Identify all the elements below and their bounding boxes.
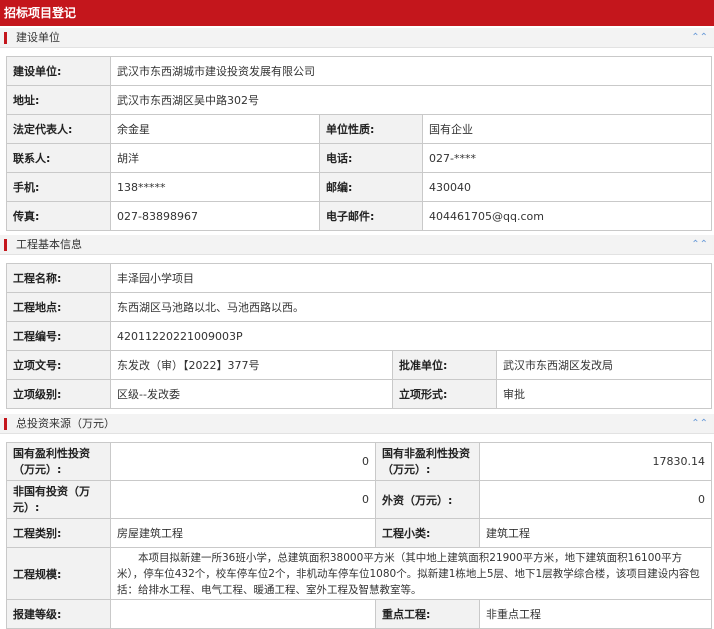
table-row: 国有盈利性投资（万元）: 0 国有非盈利性投资（万元）: 17830.14 xyxy=(6,442,712,481)
double-chevron-up-icon[interactable]: ⌃⌃ xyxy=(691,414,708,434)
table-row: 联系人: 胡洋 电话: 027-**** xyxy=(6,143,713,173)
table-row: 立项级别: 区级--发改委 立项形式: 审批 xyxy=(6,379,712,409)
location-label: 工程地点: xyxy=(6,292,111,322)
scale-value: 本项目拟新建一所36班小学，总建筑面积38000平方米（其中地上建筑面积2190… xyxy=(110,547,712,600)
project-level-label: 立项级别: xyxy=(6,379,111,409)
legal-rep-label: 法定代表人: xyxy=(6,114,111,144)
section-accent-bar xyxy=(4,418,7,430)
table-row: 工程名称: 丰泽园小学项目 xyxy=(6,263,712,293)
table-row: 传真: 027-83898967 电子邮件: 404461705@qq.com xyxy=(6,201,713,231)
table-row: 工程规模: 本项目拟新建一所36班小学，总建筑面积38000平方米（其中地上建筑… xyxy=(6,547,712,600)
approval-unit-label: 批准单位: xyxy=(392,350,497,380)
table-row: 工程编号: 42011220221009003P xyxy=(6,321,712,351)
address-value: 武汉市东西湖区吴中路302号 xyxy=(109,85,713,115)
state-nonprofit-label: 国有非盈利性投资（万元）: xyxy=(375,442,480,481)
section-accent-bar xyxy=(4,32,7,44)
foreign-label: 外资（万元）: xyxy=(375,480,480,519)
approval-doc-label: 立项文号: xyxy=(6,350,111,380)
email-value[interactable]: 404461705@qq.com xyxy=(421,201,713,231)
approval-doc-value: 东发改（审）【2022】377号 xyxy=(110,350,393,380)
phone-label: 电话: xyxy=(319,143,423,173)
subcategory-label: 工程小类: xyxy=(375,518,480,548)
table-row: 立项文号: 东发改（审）【2022】377号 批准单位: 武汉市东西湖区发改局 xyxy=(6,350,712,380)
unit-type-label: 单位性质: xyxy=(319,114,423,144)
section-title-investment: 总投资来源（万元） xyxy=(16,417,115,430)
non-state-value: 0 xyxy=(110,480,376,519)
state-nonprofit-value: 17830.14 xyxy=(479,442,712,481)
table-row: 建设单位: 武汉市东西湖城市建设投资发展有限公司 xyxy=(6,56,713,86)
section-title-builder: 建设单位 xyxy=(16,31,60,44)
state-profit-value: 0 xyxy=(110,442,376,481)
table-row: 工程地点: 东西湖区马池路以北、马池西路以西。 xyxy=(6,292,712,322)
unit-type-value: 国有企业 xyxy=(421,114,713,144)
unit-label: 建设单位: xyxy=(6,56,111,86)
category-value: 房屋建筑工程 xyxy=(110,518,376,548)
unit-value: 武汉市东西湖城市建设投资发展有限公司 xyxy=(109,56,713,86)
table-row: 手机: 138***** 邮编: 430040 xyxy=(6,172,713,202)
project-info-table: 工程名称: 丰泽园小学项目 工程地点: 东西湖区马池路以北、马池西路以西。 工程… xyxy=(6,263,712,409)
project-code-label: 工程编号: xyxy=(6,321,111,351)
project-level-value: 区级--发改委 xyxy=(110,379,393,409)
double-chevron-up-icon[interactable]: ⌃⌃ xyxy=(691,28,708,48)
table-row: 报建等级: 重点工程: 非重点工程 xyxy=(6,599,712,629)
builder-info-table: 建设单位: 武汉市东西湖城市建设投资发展有限公司 地址: 武汉市东西湖区吴中路3… xyxy=(6,56,713,231)
section-header-builder: 建设单位 ⌃⌃ xyxy=(0,28,714,48)
category-label: 工程类别: xyxy=(6,518,111,548)
double-chevron-up-icon[interactable]: ⌃⌃ xyxy=(691,235,708,255)
section-header-project: 工程基本信息 ⌃⌃ xyxy=(0,235,714,255)
fax-label: 传真: xyxy=(6,201,111,231)
email-label: 电子邮件: xyxy=(319,201,423,231)
zip-label: 邮编: xyxy=(319,172,423,202)
phone-value: 027-**** xyxy=(421,143,713,173)
contact-label: 联系人: xyxy=(6,143,111,173)
zip-value: 430040 xyxy=(421,172,713,202)
key-project-label: 重点工程: xyxy=(375,599,480,629)
table-row: 法定代表人: 余金星 单位性质: 国有企业 xyxy=(6,114,713,144)
address-label: 地址: xyxy=(6,85,111,115)
contact-value: 胡洋 xyxy=(110,143,320,173)
section-accent-bar xyxy=(4,239,7,251)
project-form-value: 审批 xyxy=(496,379,712,409)
grade-label: 报建等级: xyxy=(6,599,111,629)
legal-rep-value: 余金星 xyxy=(110,114,320,144)
project-name-label: 工程名称: xyxy=(6,263,111,293)
investment-info-table: 国有盈利性投资（万元）: 0 国有非盈利性投资（万元）: 17830.14 非国… xyxy=(6,442,712,629)
mobile-label: 手机: xyxy=(6,172,111,202)
subcategory-value: 建筑工程 xyxy=(479,518,712,548)
location-value: 东西湖区马池路以北、马池西路以西。 xyxy=(110,292,712,322)
key-project-value: 非重点工程 xyxy=(479,599,712,629)
grade-value xyxy=(110,599,376,629)
table-row: 地址: 武汉市东西湖区吴中路302号 xyxy=(6,85,713,115)
project-code-value: 42011220221009003P xyxy=(110,321,712,351)
section-header-investment: 总投资来源（万元） ⌃⌃ xyxy=(0,414,714,434)
mobile-value: 138***** xyxy=(110,172,320,202)
fax-value: 027-83898967 xyxy=(110,201,320,231)
project-form-label: 立项形式: xyxy=(392,379,497,409)
table-row: 非国有投资（万元）: 0 外资（万元）: 0 xyxy=(6,480,712,519)
approval-unit-value: 武汉市东西湖区发改局 xyxy=(496,350,712,380)
scale-label: 工程规模: xyxy=(6,547,111,600)
state-profit-label: 国有盈利性投资（万元）: xyxy=(6,442,111,481)
foreign-value: 0 xyxy=(479,480,712,519)
non-state-label: 非国有投资（万元）: xyxy=(6,480,111,519)
window-title: 招标项目登记 xyxy=(0,0,714,26)
project-name-value: 丰泽园小学项目 xyxy=(110,263,712,293)
table-row: 工程类别: 房屋建筑工程 工程小类: 建筑工程 xyxy=(6,518,712,548)
section-title-project: 工程基本信息 xyxy=(16,238,82,251)
